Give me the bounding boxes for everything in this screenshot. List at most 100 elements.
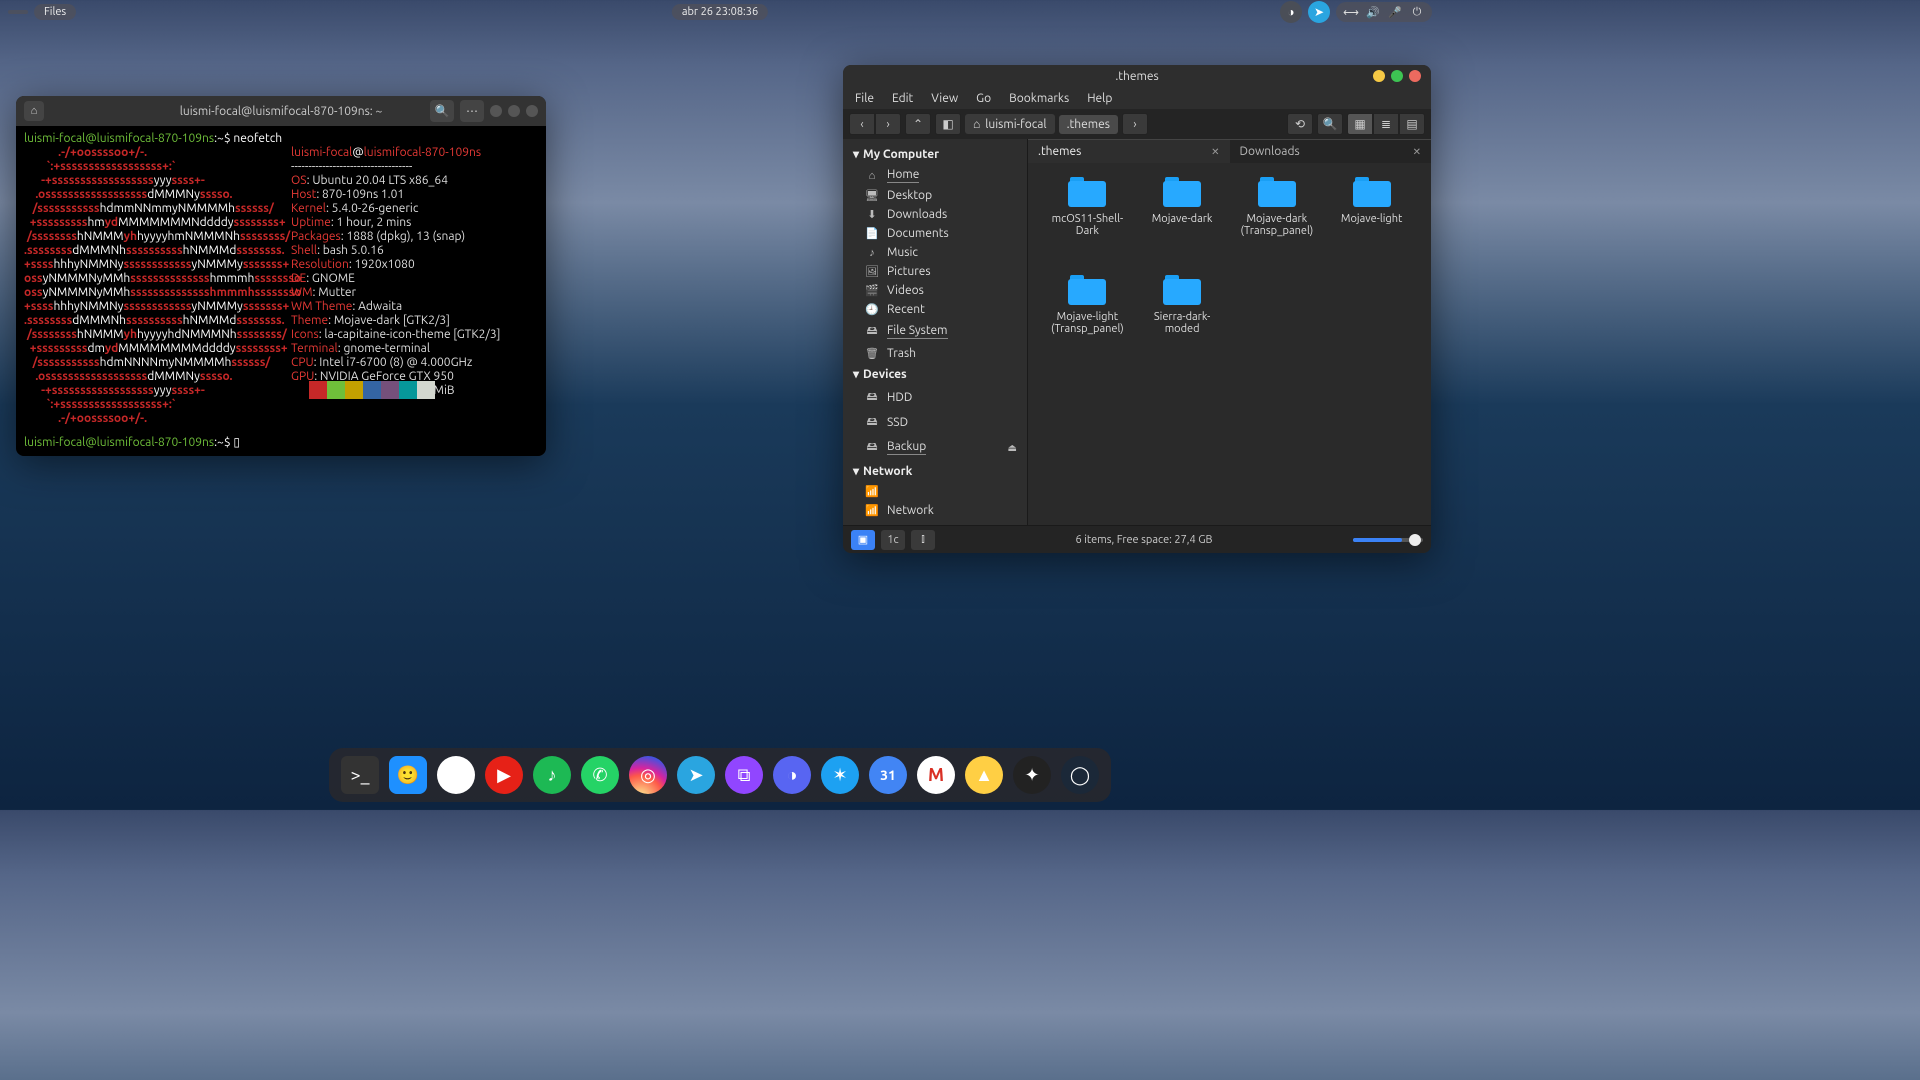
tab-downloads[interactable]: Downloads✕ <box>1230 139 1432 163</box>
sidebar-item-music[interactable]: ♪Music <box>843 243 1027 262</box>
sidebar-item-ssd[interactable]: 🖴SSD <box>843 410 1027 435</box>
path-segment-user[interactable]: ⌂luismi-focal <box>965 114 1055 134</box>
sidebar-head-devices[interactable]: ▾ Devices <box>843 363 1027 385</box>
dock-finder[interactable]: 🙂 <box>389 756 427 794</box>
terminal-titlebar[interactable]: ⌂ luismi-focal@luismifocal-870-109ns: ~ … <box>16 96 546 126</box>
files-titlebar[interactable]: .themes <box>843 65 1431 87</box>
search-button[interactable]: 🔍 <box>430 100 454 122</box>
view-icons-button[interactable]: ▦ <box>1347 113 1373 135</box>
file-manager-window: .themes FileEditViewGoBookmarksHelp ‹ › … <box>843 65 1431 553</box>
menu-bookmarks[interactable]: Bookmarks <box>1009 92 1069 105</box>
dock: >_ 🙂 ◉ ▶ ♪ ✆ ◎ ➤ ⧉ ◑ ✶ 31 M ▲ ✦ ◯ <box>329 748 1111 802</box>
sidebar-head-computer[interactable]: ▾ My Computer <box>843 143 1027 165</box>
minimize-button[interactable] <box>1373 70 1385 82</box>
sidebar-item-downloads[interactable]: ⬇Downloads <box>843 205 1027 224</box>
status-mode-2[interactable]: 1c <box>881 530 905 550</box>
back-button[interactable]: ‹ <box>849 113 875 135</box>
power-icon: ⏻ <box>1410 5 1424 19</box>
dock-discord[interactable]: ◑ <box>773 756 811 794</box>
folder-mojave-dark-transp-panel-[interactable]: Mojave-dark (Transp_panel) <box>1232 177 1323 267</box>
close-icon[interactable]: ✕ <box>1211 146 1219 158</box>
search-button[interactable]: 🔍 <box>1317 113 1343 135</box>
dock-chrome[interactable]: ◉ <box>437 756 475 794</box>
folder-icon <box>1353 177 1391 207</box>
dock-twitch[interactable]: ⧉ <box>725 756 763 794</box>
dock-youtube[interactable]: ▶ <box>485 756 523 794</box>
folder-mojave-dark[interactable]: Mojave-dark <box>1137 177 1228 267</box>
discord-indicator[interactable]: ◑ <box>1280 1 1302 23</box>
menu-view[interactable]: View <box>931 92 958 105</box>
telegram-indicator[interactable]: ➤ <box>1308 1 1330 23</box>
dock-twitter[interactable]: ✶ <box>821 756 859 794</box>
zoom-slider[interactable] <box>1353 538 1423 542</box>
folder-mojave-light[interactable]: Mojave-light <box>1326 177 1417 267</box>
view-compact-button[interactable]: ▤ <box>1399 113 1425 135</box>
terminal-window: ⌂ luismi-focal@luismifocal-870-109ns: ~ … <box>16 96 546 456</box>
refresh-button[interactable]: ⟲ <box>1287 113 1313 135</box>
top-panel: Files abr 26 23:08:36 ◑ ➤ ⟷ 🔊 🎤 ⏻ <box>0 0 1440 24</box>
wifi-icon: 📶 <box>865 485 879 498</box>
files-menu-button[interactable]: Files <box>34 4 76 20</box>
dock-spotify[interactable]: ♪ <box>533 756 571 794</box>
dock-steam[interactable]: ◯ <box>1061 756 1099 794</box>
menu-help[interactable]: Help <box>1087 92 1112 105</box>
status-mode-1[interactable]: ▣ <box>851 530 875 550</box>
dock-whatsapp[interactable]: ✆ <box>581 756 619 794</box>
menu-button[interactable]: ⋯ <box>460 100 484 122</box>
status-tray[interactable]: ⟷ 🔊 🎤 ⏻ <box>1336 2 1432 22</box>
close-icon[interactable]: ✕ <box>1413 146 1421 158</box>
menubar: File Edit View Go Bookmarks Help <box>843 87 1431 109</box>
folder-mojave-light-transp-panel-[interactable]: Mojave-light (Transp_panel) <box>1042 275 1133 365</box>
folder-mcos11-shell-dark[interactable]: mcOS11-Shell-Dark <box>1042 177 1133 267</box>
dock-calendar[interactable]: 31 <box>869 756 907 794</box>
mic-icon: 🎤 <box>1388 5 1402 19</box>
path-root-button[interactable]: ◧ <box>935 113 961 135</box>
file-grid[interactable]: mcOS11-Shell-DarkMojave-darkMojave-dark … <box>1028 163 1431 525</box>
sidebar-item-[interactable]: 📶 <box>843 482 1027 501</box>
Home-icon: ⌂ <box>865 170 879 182</box>
dock-gmail[interactable]: M <box>917 756 955 794</box>
status-mode-3[interactable]: ⫾ <box>911 530 935 550</box>
folder-icon <box>1163 275 1201 305</box>
sidebar-item-recent[interactable]: 🕘Recent <box>843 300 1027 319</box>
Recent-icon: 🕘 <box>865 303 879 316</box>
sidebar-item-videos[interactable]: 🎬Videos <box>843 281 1027 300</box>
minimize-button[interactable] <box>490 105 502 117</box>
terminal-home-button[interactable]: ⌂ <box>24 101 44 121</box>
apple-menu[interactable] <box>8 10 28 14</box>
sidebar-item-hdd[interactable]: 🖴HDD <box>843 385 1027 410</box>
terminal-body[interactable]: luismi-focal@luismifocal-870-109ns:~$ ne… <box>16 126 546 456</box>
sidebar-item-home[interactable]: ⌂Home <box>843 165 1027 186</box>
view-list-button[interactable]: ≣ <box>1373 113 1399 135</box>
tab-.themes[interactable]: .themes✕ <box>1028 139 1230 163</box>
menu-file[interactable]: File <box>855 92 874 105</box>
forward-button[interactable]: › <box>875 113 901 135</box>
folder-sierra-dark-moded[interactable]: Sierra-dark-moded <box>1137 275 1228 365</box>
dock-photos[interactable]: ✦ <box>1013 756 1051 794</box>
sidebar-item-pictures[interactable]: 🖼Pictures <box>843 262 1027 281</box>
dock-instagram[interactable]: ◎ <box>629 756 667 794</box>
Documents-icon: 📄 <box>865 227 879 240</box>
path-segment-themes[interactable]: .themes <box>1059 115 1118 134</box>
menu-go[interactable]: Go <box>976 92 991 105</box>
dock-terminal[interactable]: >_ <box>341 756 379 794</box>
path-overflow-button[interactable]: › <box>1122 113 1148 135</box>
sidebar-item-desktop[interactable]: 🖥Desktop <box>843 186 1027 205</box>
maximize-button[interactable] <box>508 105 520 117</box>
dock-drive[interactable]: ▲ <box>965 756 1003 794</box>
sidebar-item-file-system[interactable]: 🖴File System <box>843 319 1027 344</box>
close-button[interactable] <box>526 105 538 117</box>
sidebar-item-trash[interactable]: 🗑Trash <box>843 344 1027 363</box>
dock-telegram[interactable]: ➤ <box>677 756 715 794</box>
close-button[interactable] <box>1409 70 1421 82</box>
maximize-button[interactable] <box>1391 70 1403 82</box>
eject-icon[interactable]: ⏏ <box>1008 442 1017 454</box>
sidebar-item-backup[interactable]: 🖴Backup⏏ <box>843 435 1027 460</box>
sidebar-head-network[interactable]: ▾ Network <box>843 460 1027 482</box>
menu-edit[interactable]: Edit <box>892 92 913 105</box>
Trash-icon: 🗑 <box>865 347 879 360</box>
sidebar-item-documents[interactable]: 📄Documents <box>843 224 1027 243</box>
clock: abr 26 23:08:36 <box>672 4 768 20</box>
up-button[interactable]: ⌃ <box>905 113 931 135</box>
sidebar-item-network[interactable]: 📶Network <box>843 501 1027 520</box>
